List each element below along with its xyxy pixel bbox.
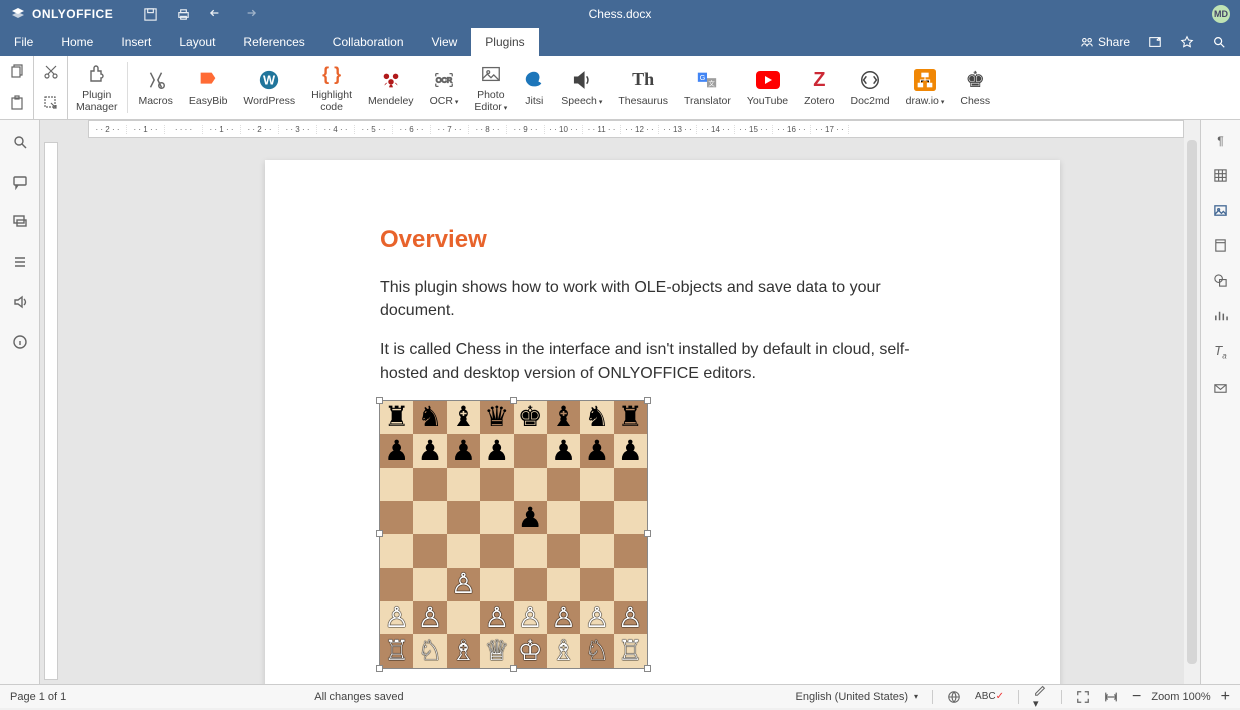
about-icon[interactable] xyxy=(12,334,28,350)
plugin-translator[interactable]: G文Translator xyxy=(676,56,739,119)
navigation-icon[interactable] xyxy=(12,254,28,270)
fit-page-icon[interactable] xyxy=(1076,690,1090,704)
undo-icon[interactable] xyxy=(209,7,224,22)
plugin-jitsi[interactable]: Jitsi xyxy=(515,56,553,119)
status-bar: Page 1 of 1 All changes saved English (U… xyxy=(0,684,1240,708)
chat-icon[interactable] xyxy=(12,214,28,230)
svg-text:文: 文 xyxy=(709,79,716,88)
document-canvas[interactable]: · · 2 · ·· · 1 · ·· · · ·· · 1 · ·· · 2 … xyxy=(40,120,1200,684)
vertical-ruler xyxy=(44,142,58,680)
plugin-photo-editor[interactable]: Photo Editor ▾ xyxy=(466,56,515,119)
plugin-youtube[interactable]: YouTube xyxy=(739,56,796,119)
plugin-chess[interactable]: ♚Chess xyxy=(952,56,998,119)
zoom-out-button[interactable]: − xyxy=(1132,688,1141,706)
vertical-scrollbar[interactable] xyxy=(1184,120,1200,684)
menu-collaboration[interactable]: Collaboration xyxy=(319,28,418,56)
open-location-icon[interactable] xyxy=(1148,35,1162,49)
language-selector[interactable]: English (United States) ▾ xyxy=(796,691,919,703)
track-changes-icon[interactable]: ▾ xyxy=(1033,683,1047,710)
chess-ole-object[interactable]: ♜♞♝♛♚♝♞♜♟♟♟♟♟♟♟♟♙♙♙♙♙♙♙♙♖♘♗♕♔♗♘♖ xyxy=(380,401,647,668)
chart-settings-icon[interactable] xyxy=(1213,308,1228,323)
resize-handle[interactable] xyxy=(510,665,517,672)
share-button[interactable]: Share xyxy=(1080,35,1130,49)
print-icon[interactable] xyxy=(176,7,191,22)
paragraph-2: It is called Chess in the interface and … xyxy=(380,338,945,384)
plugin-macros[interactable]: Macros xyxy=(130,56,180,119)
menu-file[interactable]: File xyxy=(0,28,47,56)
heading-overview: Overview xyxy=(380,226,945,254)
feedback-audio-icon[interactable] xyxy=(12,294,28,310)
right-sidebar: ¶ Ta xyxy=(1200,120,1240,684)
plugin-zotero[interactable]: ZZotero xyxy=(796,56,842,119)
plugin-manager-button[interactable]: Plugin Manager xyxy=(68,56,125,119)
resize-handle[interactable] xyxy=(376,530,383,537)
resize-handle[interactable] xyxy=(644,530,651,537)
menu-view[interactable]: View xyxy=(418,28,472,56)
paragraph-1: This plugin shows how to work with OLE-o… xyxy=(380,276,945,322)
zoom-in-button[interactable]: + xyxy=(1221,688,1230,706)
svg-text:G: G xyxy=(700,73,706,82)
plugin-easybib[interactable]: EasyBib xyxy=(181,56,236,119)
menu-bar: FileHomeInsertLayoutReferencesCollaborat… xyxy=(0,28,1240,56)
cut-icon[interactable] xyxy=(34,56,67,88)
document-page: Overview This plugin shows how to work w… xyxy=(265,160,1060,684)
page-status: Page 1 of 1 xyxy=(10,691,66,703)
favorite-icon[interactable] xyxy=(1180,35,1194,49)
horizontal-ruler: · · 2 · ·· · 1 · ·· · · ·· · 1 · ·· · 2 … xyxy=(88,120,1184,138)
plugins-ribbon: Plugin Manager MacrosEasyBibWWordPress{ … xyxy=(0,56,1240,120)
save-icon[interactable] xyxy=(143,7,158,22)
menu-plugins[interactable]: Plugins xyxy=(471,28,538,56)
header-footer-icon[interactable] xyxy=(1213,238,1228,253)
mailmerge-settings-icon[interactable] xyxy=(1213,381,1228,396)
image-settings-icon[interactable] xyxy=(1213,203,1228,218)
textart-settings-icon[interactable]: Ta xyxy=(1214,343,1226,361)
plugin-thesaurus[interactable]: ThThesaurus xyxy=(610,56,676,119)
menu-insert[interactable]: Insert xyxy=(107,28,165,56)
resize-handle[interactable] xyxy=(644,665,651,672)
resize-handle[interactable] xyxy=(376,397,383,404)
spellcheck-icon[interactable]: ABC✓ xyxy=(975,691,1004,702)
plugin-highlight-code[interactable]: { }Highlight code xyxy=(303,56,360,119)
resize-handle[interactable] xyxy=(644,397,651,404)
menu-references[interactable]: References xyxy=(229,28,318,56)
plugin-speech[interactable]: Speech ▾ xyxy=(553,56,610,119)
plugin-doc2md[interactable]: Doc2md xyxy=(843,56,898,119)
select-all-icon[interactable] xyxy=(34,88,67,120)
left-sidebar xyxy=(0,120,40,684)
plugin-draw.io[interactable]: draw.io ▾ xyxy=(898,56,953,119)
find-icon[interactable] xyxy=(12,134,28,150)
plugin-wordpress[interactable]: WWordPress xyxy=(235,56,303,119)
menu-layout[interactable]: Layout xyxy=(165,28,229,56)
plugin-mendeley[interactable]: Mendeley xyxy=(360,56,422,119)
set-doc-lang-icon[interactable] xyxy=(947,690,961,704)
svg-text:OCR: OCR xyxy=(436,76,452,85)
comments-icon[interactable] xyxy=(12,174,28,190)
resize-handle[interactable] xyxy=(376,665,383,672)
svg-text:W: W xyxy=(263,73,276,88)
user-avatar[interactable]: MD xyxy=(1212,5,1230,23)
menu-home[interactable]: Home xyxy=(47,28,107,56)
fit-width-icon[interactable] xyxy=(1104,690,1118,704)
search-icon[interactable] xyxy=(1212,35,1226,49)
copy-icon[interactable] xyxy=(0,56,33,88)
title-bar: ONLYOFFICE Chess.docx MD xyxy=(0,0,1240,28)
resize-handle[interactable] xyxy=(510,397,517,404)
paste-icon[interactable] xyxy=(0,88,33,120)
zoom-level[interactable]: Zoom 100% xyxy=(1151,691,1210,703)
shape-settings-icon[interactable] xyxy=(1213,273,1228,288)
table-settings-icon[interactable] xyxy=(1213,168,1228,183)
app-logo: ONLYOFFICE xyxy=(10,6,113,22)
plugin-ocr[interactable]: OCROCR ▾ xyxy=(422,56,467,119)
save-status: All changes saved xyxy=(314,691,403,703)
redo-icon[interactable] xyxy=(242,7,257,22)
paragraph-settings-icon[interactable]: ¶ xyxy=(1217,134,1223,148)
